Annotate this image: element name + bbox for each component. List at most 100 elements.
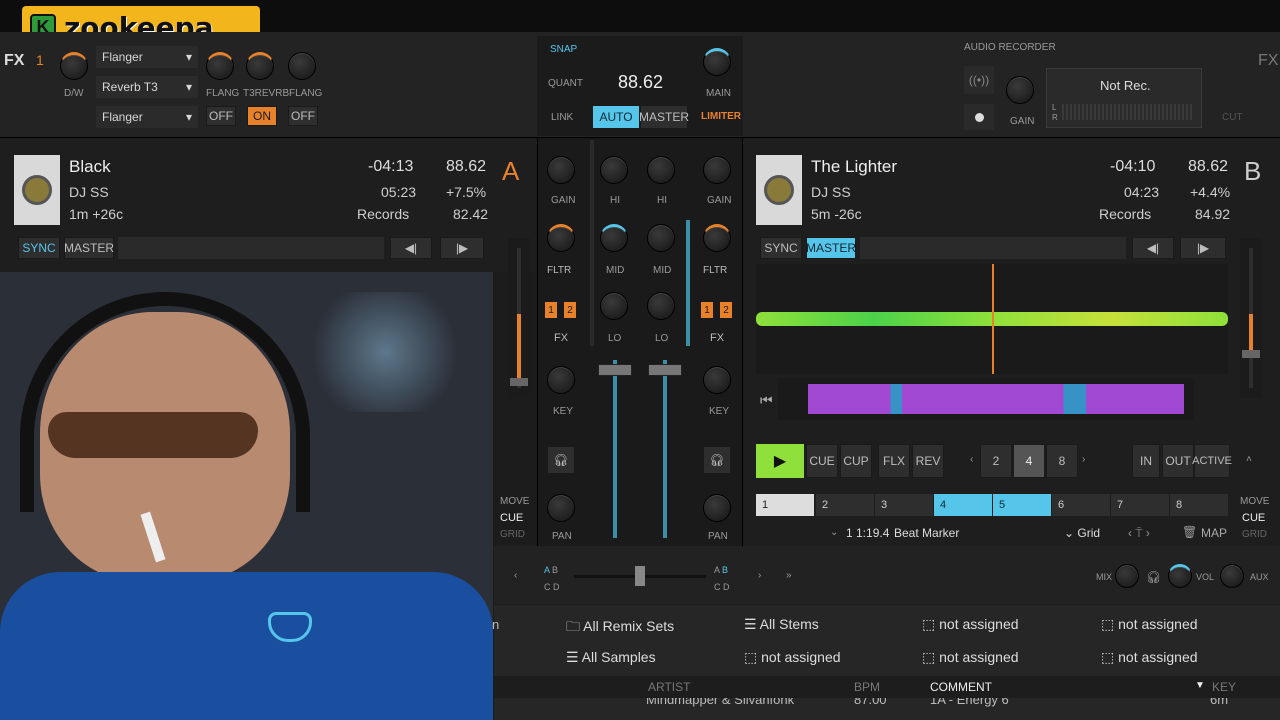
deck-b-loop-next[interactable]: › (1082, 454, 1085, 465)
fx-button-2[interactable]: ON (247, 106, 277, 126)
ch1-gain-knob[interactable] (547, 156, 575, 184)
fx-slot-1-select[interactable]: Flanger ▾ (96, 46, 198, 68)
column-key[interactable]: KEY (1212, 680, 1236, 694)
trash-icon[interactable]: 🗑︎ (1182, 525, 1197, 539)
deck-b-hotcue-6[interactable]: 6 (1052, 494, 1110, 516)
deck-b-sync-button[interactable]: SYNC (760, 237, 802, 259)
ch2-key-knob[interactable] (703, 366, 731, 394)
deck-b-rev-button[interactable]: REV (912, 444, 944, 478)
deck-b-hotcue-1[interactable]: 1 (756, 494, 814, 516)
ch2-filter-knob[interactable] (703, 224, 731, 252)
ch1-filter-label[interactable]: FLTR (547, 265, 571, 276)
master-bpm[interactable]: 88.62 (618, 72, 663, 93)
deck-b-jump-back-button[interactable]: ◀| (1132, 237, 1174, 259)
fx-button-1[interactable]: OFF (206, 106, 236, 126)
deck-b-cue-button[interactable]: CUE (806, 444, 838, 478)
deck-b-loop-prev[interactable]: ‹ (970, 454, 973, 465)
deck-a-letter[interactable]: A (502, 156, 519, 187)
deck-b-hotcue-4[interactable]: 4 (934, 494, 992, 516)
deck-b-overview[interactable] (778, 378, 1194, 420)
column-sort-icon[interactable]: ▼ (1195, 680, 1205, 691)
ch1-pan-knob[interactable] (547, 494, 575, 522)
crossfader-right-assign[interactable]: A BC D (714, 562, 730, 596)
ch2-fx-unit-1-button[interactable]: 1 (700, 301, 714, 319)
deck-a-bpm[interactable]: 88.62 (446, 158, 486, 176)
ch1-headphone-cue-button[interactable]: 🎧︎ (547, 446, 575, 474)
deck-b-overview-start-button[interactable]: ⏮︎ (760, 392, 773, 409)
crossfader-prev[interactable]: ‹ (514, 570, 517, 581)
deck-b-play-button[interactable]: ▶ (756, 444, 804, 478)
crossfader-next[interactable]: › (758, 570, 761, 581)
fx-dry-wet-knob[interactable] (60, 52, 88, 80)
deck-a-jump-forward-button[interactable]: |▶ (440, 237, 484, 259)
favorite-slot-4[interactable]: ⬚ not assigned (1101, 616, 1198, 633)
fx-slot-2-select[interactable]: Reverb T3 ▾ (96, 76, 198, 98)
favorite-slot-7[interactable]: ⬚ not assigned (922, 649, 1019, 666)
auto-button[interactable]: AUTO (592, 105, 640, 129)
snap-button[interactable]: SNAP (550, 44, 577, 55)
ch2-hi-knob[interactable] (647, 156, 675, 184)
ch1-lo-knob[interactable] (600, 292, 628, 320)
ch1-filter-knob[interactable] (547, 224, 575, 252)
deck-b-master-button[interactable]: MASTER (806, 237, 856, 259)
fx-slot-3-select[interactable]: Flanger ▾ (96, 106, 198, 128)
favorite-all-stems[interactable]: ☰ All Stems (744, 616, 819, 633)
chevron-down-icon[interactable]: ⌄ (830, 527, 838, 538)
broadcast-icon[interactable]: ((•)) (964, 66, 994, 94)
deck-b-loop-2[interactable]: 2 (980, 444, 1012, 478)
deck-a-master-button[interactable]: MASTER (64, 237, 114, 259)
favorite-all-remix-sets[interactable]: 🗀︎ All Remix Sets (566, 616, 674, 640)
ch1-mid-knob[interactable] (600, 224, 628, 252)
crossfader[interactable] (574, 566, 706, 586)
deck-b-hotcue-5[interactable]: 5 (993, 494, 1051, 516)
favorite-all-samples[interactable]: ☰ All Samples (566, 649, 656, 666)
deck-b-grid-nav[interactable]: ‹ ⍑ › (1128, 526, 1150, 541)
ch2-filter-label[interactable]: FLTR (703, 265, 727, 276)
favorite-slot-6[interactable]: ⬚ not assigned (744, 649, 841, 666)
deck-b-flx-button[interactable]: FLX (878, 444, 910, 478)
ch1-fx-unit-2-button[interactable]: 2 (563, 301, 577, 319)
fx-param-2-knob[interactable] (246, 52, 274, 80)
deck-a-tempo-fader[interactable] (508, 238, 530, 398)
quant-button[interactable]: QUANT (548, 78, 583, 89)
deck-b-collapse-icon[interactable]: ˄ (1246, 454, 1252, 465)
deck-b-tempo-fader[interactable] (1240, 238, 1262, 398)
fx-button-3[interactable]: OFF (288, 106, 318, 126)
deck-b-hotcue-7[interactable]: 7 (1111, 494, 1169, 516)
deck-b-jump-forward-button[interactable]: |▶ (1180, 237, 1226, 259)
ch1-volume-fader[interactable] (598, 360, 632, 540)
deck-b-hotcue-8[interactable]: 8 (1170, 494, 1228, 516)
deck-b-loop-8[interactable]: 8 (1046, 444, 1078, 478)
record-button[interactable] (964, 104, 994, 130)
ch1-key-knob[interactable] (547, 366, 575, 394)
ch2-volume-fader[interactable] (648, 360, 682, 540)
main-volume-knob[interactable] (703, 48, 731, 76)
ch2-gain-knob[interactable] (703, 156, 731, 184)
deck-a-move-cue[interactable]: CUE (500, 512, 523, 524)
fx-param-1-knob[interactable] (206, 52, 234, 80)
recorder-cut-button[interactable]: CUT (1222, 112, 1243, 123)
deck-b-bpm[interactable]: 88.62 (1188, 158, 1228, 176)
fx-unit-id[interactable]: 1 (36, 52, 44, 68)
fx-param-3-knob[interactable] (288, 52, 316, 80)
deck-b-grid-select[interactable]: ⌄ Grid (1064, 526, 1100, 540)
deck-b-move-cue[interactable]: CUE (1242, 512, 1265, 524)
column-artist[interactable]: ARTIST (648, 680, 690, 694)
table-row[interactable]: Mindmapper & Silvanfonk 87.00 1A - Energ… (494, 698, 1280, 720)
ch2-lo-knob[interactable] (647, 292, 675, 320)
deck-b-loop-active[interactable]: ACTIVE (1192, 444, 1232, 478)
ch2-headphone-cue-button[interactable]: 🎧︎ (703, 446, 731, 474)
deck-b-map-button[interactable]: MAP (1201, 526, 1227, 540)
ch1-hi-knob[interactable] (600, 156, 628, 184)
deck-a-jump-back-button[interactable]: ◀| (390, 237, 432, 259)
cue-vol-knob[interactable] (1168, 564, 1192, 588)
ch1-fx-unit-1-button[interactable]: 1 (544, 301, 558, 319)
aux-knob[interactable] (1220, 564, 1244, 588)
master-clock-button[interactable]: MASTER (639, 105, 689, 129)
ch2-fx-unit-2-button[interactable]: 2 (719, 301, 733, 319)
link-button[interactable]: LINK (551, 112, 573, 123)
crossfader-skip[interactable]: » (786, 570, 792, 581)
deck-b-letter[interactable]: B (1244, 156, 1261, 187)
deck-b-loop-in[interactable]: IN (1132, 444, 1160, 478)
deck-b-hotcue-3[interactable]: 3 (875, 494, 933, 516)
